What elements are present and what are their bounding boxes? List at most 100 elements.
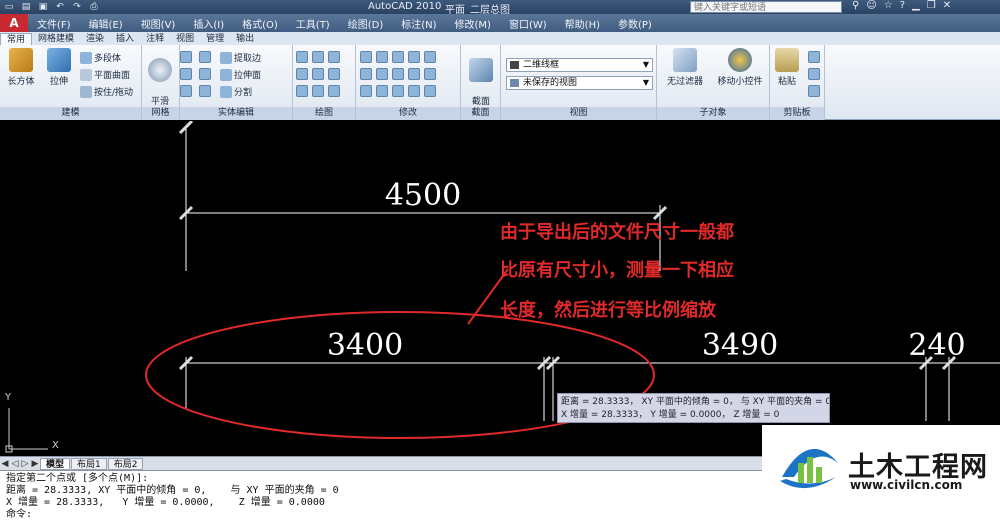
saved-view-value: 未保存的视图: [523, 78, 578, 88]
ellipse-icon[interactable]: [328, 85, 340, 97]
union-icon[interactable]: [180, 51, 192, 63]
menu-draw[interactable]: 绘图(D): [339, 16, 393, 31]
panel-title-modify[interactable]: 修改: [356, 107, 460, 120]
rectangle-icon[interactable]: [312, 68, 324, 80]
tab-model[interactable]: 模型: [40, 457, 71, 470]
print-icon[interactable]: ⎙: [87, 1, 101, 13]
extrude-face-button[interactable]: 拉伸面: [220, 68, 261, 81]
redo-icon[interactable]: ↷: [70, 1, 84, 13]
menu-format[interactable]: 格式(O): [233, 16, 287, 31]
tab-view[interactable]: 视图: [170, 33, 200, 45]
menu-window[interactable]: 窗口(W): [500, 16, 556, 31]
match-properties-icon[interactable]: [808, 85, 820, 97]
panel-title-section[interactable]: 截面: [461, 107, 500, 120]
shell-icon[interactable]: [199, 68, 211, 80]
restore-icon[interactable]: ❐: [927, 0, 936, 11]
tab-mesh-modeling[interactable]: 网格建模: [32, 33, 80, 45]
panel-title-view[interactable]: 视图: [501, 107, 656, 120]
application-menu-button[interactable]: A: [0, 14, 28, 32]
planar-surface-button[interactable]: 平面曲面: [80, 68, 130, 81]
visual-style-dropdown[interactable]: 二维线框 ▼: [506, 58, 653, 72]
user-icon[interactable]: ☺: [866, 0, 876, 11]
new-icon[interactable]: ▭: [2, 1, 16, 13]
star-icon[interactable]: ☆: [884, 0, 893, 11]
tab-output[interactable]: 输出: [230, 33, 260, 45]
help-icon[interactable]: ?: [900, 0, 905, 11]
menu-modify[interactable]: 修改(M): [446, 16, 500, 31]
extrude-button[interactable]: 拉伸: [38, 48, 80, 87]
undo-icon[interactable]: ↶: [53, 1, 67, 13]
first-tab-icon[interactable]: ◀: [0, 459, 10, 469]
rotate-icon[interactable]: [376, 51, 388, 63]
trim-icon[interactable]: [392, 51, 404, 63]
menu-file[interactable]: 文件(F): [28, 16, 80, 31]
panel-title-solid-edit[interactable]: 实体编辑: [180, 107, 292, 120]
paint-icon[interactable]: [424, 85, 436, 97]
move-icon[interactable]: [360, 51, 372, 63]
menu-insert[interactable]: 插入(I): [184, 16, 233, 31]
menu-dimension[interactable]: 标注(N): [392, 16, 445, 31]
drawing-area[interactable]: 4500 3400 3490 240 由于导出后的文件尺寸一般都 比原有尺寸小，…: [0, 121, 1000, 456]
prev-tab-icon[interactable]: ◁: [10, 459, 20, 469]
box-button[interactable]: 长方体: [0, 48, 42, 87]
panel-title-clipboard[interactable]: 剪贴板: [770, 107, 824, 120]
move-gizmo-button[interactable]: 移动小控件: [712, 48, 768, 87]
panel-title-draw[interactable]: 绘图: [293, 107, 355, 120]
presspull-button[interactable]: 按住/拖动: [80, 85, 133, 98]
polygon-icon[interactable]: [296, 85, 308, 97]
tab-render[interactable]: 渲染: [80, 33, 110, 45]
align-icon[interactable]: [392, 85, 404, 97]
interfere-icon[interactable]: [199, 85, 211, 97]
tab-layout2[interactable]: 布局2: [107, 457, 144, 470]
separate-button[interactable]: 分割: [220, 85, 252, 98]
menu-help[interactable]: 帮助(H): [556, 16, 609, 31]
last-tab-icon[interactable]: ▶: [30, 459, 40, 469]
polyline-icon[interactable]: [312, 51, 324, 63]
circle-icon[interactable]: [328, 68, 340, 80]
intersect-icon[interactable]: [180, 85, 192, 97]
extend-icon[interactable]: [408, 51, 420, 63]
explode-icon[interactable]: [376, 85, 388, 97]
next-tab-icon[interactable]: ▷: [20, 459, 30, 469]
fillet-icon[interactable]: [424, 51, 436, 63]
mirror-icon[interactable]: [376, 68, 388, 80]
scale-icon[interactable]: [408, 68, 420, 80]
close-icon[interactable]: ✕: [943, 0, 951, 11]
tab-annotate[interactable]: 注释: [140, 33, 170, 45]
binoculars-icon[interactable]: ⚲: [852, 0, 859, 11]
minimize-icon[interactable]: ▁: [912, 0, 920, 11]
menu-view[interactable]: 视图(V): [132, 16, 185, 31]
copy-clip-icon[interactable]: [808, 68, 820, 80]
tab-manage[interactable]: 管理: [200, 33, 230, 45]
panel-title-subobject[interactable]: 子对象: [657, 107, 769, 120]
menu-tools[interactable]: 工具(T): [287, 16, 339, 31]
save-icon[interactable]: ▣: [36, 1, 50, 13]
menu-edit[interactable]: 编辑(E): [80, 16, 132, 31]
line-icon[interactable]: [296, 51, 308, 63]
erase-icon[interactable]: [408, 85, 420, 97]
extract-edges-button[interactable]: 提取边: [220, 51, 261, 64]
stretch-icon[interactable]: [392, 68, 404, 80]
array-icon[interactable]: [360, 85, 372, 97]
spline-icon[interactable]: [296, 68, 308, 80]
saved-view-dropdown[interactable]: 未保存的视图 ▼: [506, 76, 653, 90]
paste-button[interactable]: 粘贴: [770, 48, 804, 87]
open-icon[interactable]: ▤: [19, 1, 33, 13]
no-filter-button[interactable]: 无过滤器: [661, 48, 709, 87]
imprint-icon[interactable]: [199, 51, 211, 63]
menu-parametric[interactable]: 参数(P): [609, 16, 661, 31]
panel-title-modeling[interactable]: 建模: [0, 107, 141, 120]
subtract-icon[interactable]: [180, 68, 192, 80]
panel-title-mesh[interactable]: 网格: [142, 107, 179, 120]
command-input[interactable]: [32, 509, 433, 521]
tab-layout1[interactable]: 布局1: [71, 457, 107, 470]
arc-icon[interactable]: [328, 51, 340, 63]
search-input[interactable]: [690, 1, 842, 13]
region-icon[interactable]: [312, 85, 324, 97]
cut-icon[interactable]: [808, 51, 820, 63]
polysolid-button[interactable]: 多段体: [80, 51, 121, 64]
tab-home[interactable]: 常用: [0, 33, 33, 45]
tab-insert[interactable]: 插入: [110, 33, 140, 45]
copy-icon[interactable]: [360, 68, 372, 80]
offset-icon[interactable]: [424, 68, 436, 80]
